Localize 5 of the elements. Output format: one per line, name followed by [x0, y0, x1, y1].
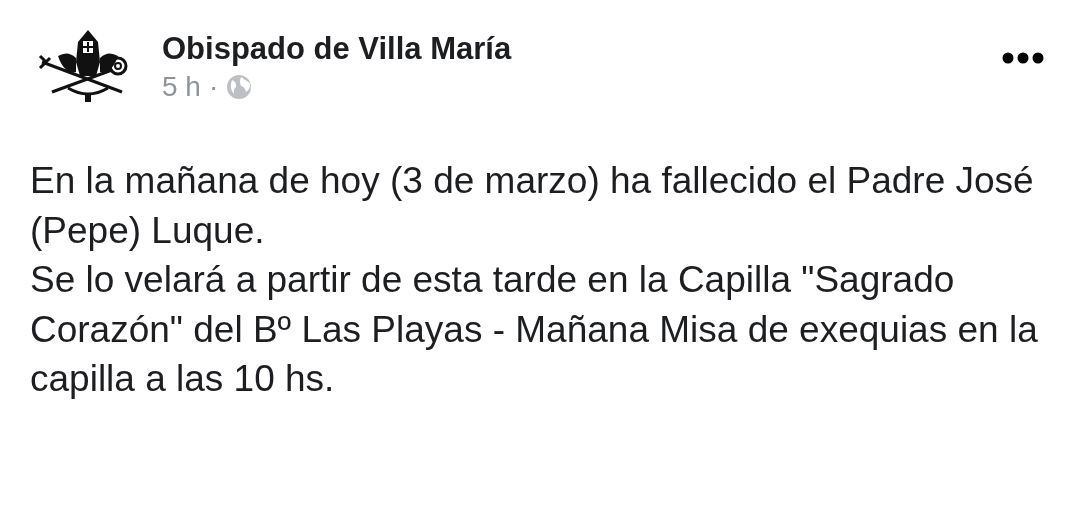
more-options-icon[interactable]: [1002, 52, 1044, 64]
author-name[interactable]: Obispado de Villa María: [162, 32, 512, 67]
post-text: En la mañana de hoy (3 de marzo) ha fallecido el Padre José (Pepe) Luque. Se lo velará a partir de esta tarde en la Capilla "Sagrado Corazón" del Bº Las Playas - Mañana Misa de exequias en la capilla a las 10 hs.: [30, 159, 1039, 401]
separator: ·: [208, 70, 219, 104]
globe-icon: [226, 73, 253, 100]
